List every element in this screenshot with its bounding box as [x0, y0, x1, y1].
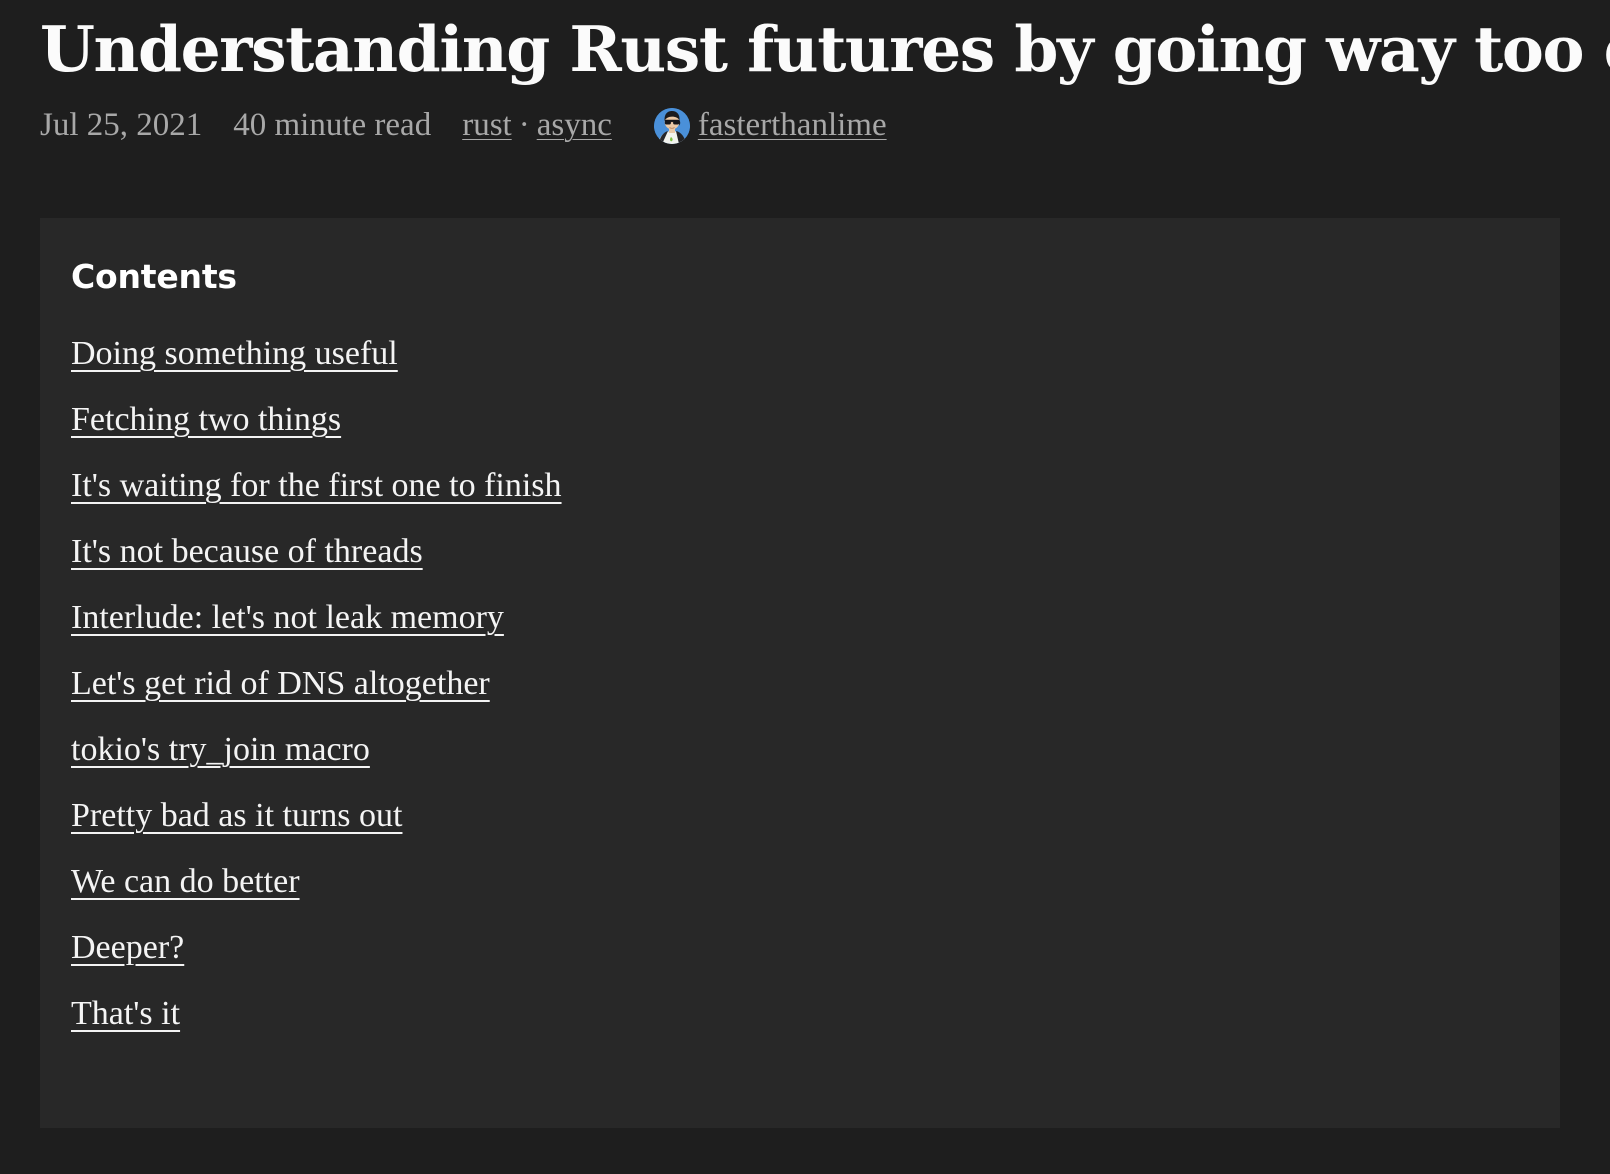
toc-link-fetching-two-things[interactable]: Fetching two things: [71, 401, 341, 438]
toc-link-its-not-because-of-threads[interactable]: It's not because of threads: [71, 533, 423, 570]
contents-heading: Contents: [71, 257, 237, 296]
list-item: It's waiting for the first one to finish: [71, 469, 1529, 503]
page-title: Understanding Rust futures by going way …: [40, 12, 1610, 86]
toc-link-interlude-lets-not-leak-memory[interactable]: Interlude: let's not leak memory: [71, 599, 504, 636]
tag-separator: ·: [518, 107, 530, 144]
article-page: Understanding Rust futures by going way …: [0, 0, 1610, 1174]
read-time: 40 minute read: [233, 107, 432, 144]
tag-list: rust · async: [462, 109, 612, 142]
list-item: Deeper?: [71, 931, 1529, 965]
list-item: It's not because of threads: [71, 535, 1529, 569]
list-item: Pretty bad as it turns out: [71, 799, 1529, 833]
avatar-fasterthanlime-icon: [653, 107, 690, 144]
toc-link-doing-something-useful[interactable]: Doing something useful: [71, 335, 398, 372]
list-item: That's it: [71, 997, 1529, 1031]
list-item: We can do better: [71, 865, 1529, 899]
list-item: Interlude: let's not leak memory: [71, 601, 1529, 635]
author-link[interactable]: fasterthanlime: [698, 109, 887, 142]
toc-link-pretty-bad-as-it-turns-out[interactable]: Pretty bad as it turns out: [71, 797, 402, 834]
article-header: Understanding Rust futures by going way …: [0, 0, 1610, 144]
tag-link-rust[interactable]: rust: [462, 109, 512, 142]
toc-link-we-can-do-better[interactable]: We can do better: [71, 863, 300, 900]
toc-link-thats-it[interactable]: That's it: [71, 995, 180, 1032]
toc-link-its-waiting-for-the-first-one-to-finish[interactable]: It's waiting for the first one to finish: [71, 467, 562, 504]
publish-date: Jul 25, 2021: [40, 107, 203, 144]
list-item: Fetching two things: [71, 403, 1529, 437]
list-item: tokio's try_join macro: [71, 733, 1529, 767]
author-block[interactable]: fasterthanlime: [653, 107, 887, 144]
list-item: Let's get rid of DNS altogether: [71, 667, 1529, 701]
article-metadata: Jul 25, 2021 40 minute read rust · async: [40, 107, 1570, 144]
toc-link-tokios-try-join-macro[interactable]: tokio's try_join macro: [71, 731, 370, 768]
toc-link-lets-get-rid-of-dns-altogether[interactable]: Let's get rid of DNS altogether: [71, 665, 490, 702]
contents-list: Doing something useful Fetching two thin…: [71, 337, 1529, 1031]
list-item: Doing something useful: [71, 337, 1529, 371]
contents-panel: Contents Doing something useful Fetching…: [40, 218, 1560, 1128]
tag-link-async[interactable]: async: [537, 109, 612, 142]
toc-link-deeper[interactable]: Deeper?: [71, 929, 184, 966]
